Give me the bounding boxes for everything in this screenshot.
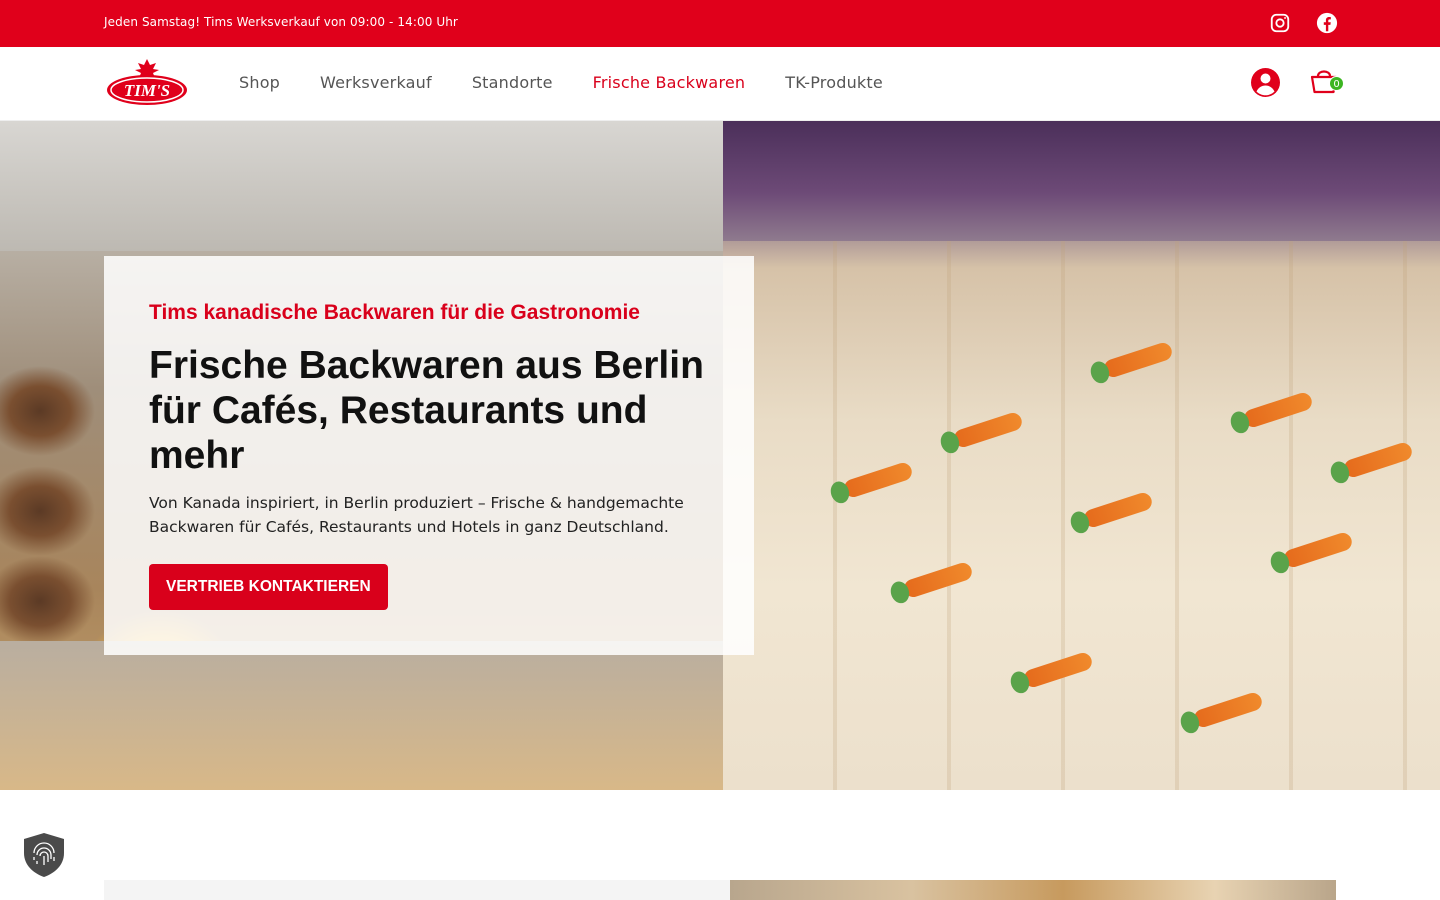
hero-card: Tims kanadische Backwaren für die Gastro… [104,256,754,655]
main-nav: Shop Werksverkauf Standorte Frische Back… [239,73,883,92]
tims-logo[interactable]: TIM'S [104,56,190,108]
account-icon[interactable] [1250,67,1281,98]
nav-item-frische-backwaren[interactable]: Frische Backwaren [593,73,746,92]
hero-image-carrot-cake [723,121,1440,790]
hero-eyebrow: Tims kanadische Backwaren für die Gastro… [149,301,640,324]
announcement-bar: Jeden Samstag! Tims Werksverkauf von 09:… [0,0,1440,47]
cart-button[interactable]: 0 [1309,66,1345,98]
nav-item-tk-produkte[interactable]: TK-Produkte [785,73,883,92]
hero-subtitle: Von Kanada inspiriert, in Berlin produzi… [149,494,684,536]
hero-title: Frische Backwaren aus Berlin für Cafés, … [149,344,704,477]
next-section-image [730,880,1336,900]
instagram-icon[interactable] [1269,12,1291,34]
hero-section: Tims kanadische Backwaren für die Gastro… [0,121,1440,790]
announcement-text: Jeden Samstag! Tims Werksverkauf von 09:… [104,15,458,29]
logo-text: TIM'S [124,81,170,100]
facebook-icon[interactable] [1316,12,1338,34]
next-section-panel [104,880,730,900]
cart-count-badge: 0 [1329,76,1344,91]
nav-item-standorte[interactable]: Standorte [472,73,553,92]
site-header: TIM'S Shop Werksverkauf Standorte Frisch… [0,47,1440,121]
fingerprint-icon[interactable] [20,831,68,879]
nav-item-werksverkauf[interactable]: Werksverkauf [320,73,432,92]
nav-item-shop[interactable]: Shop [239,73,280,92]
contact-sales-button[interactable]: VERTRIEB KONTAKTIEREN [149,564,388,610]
